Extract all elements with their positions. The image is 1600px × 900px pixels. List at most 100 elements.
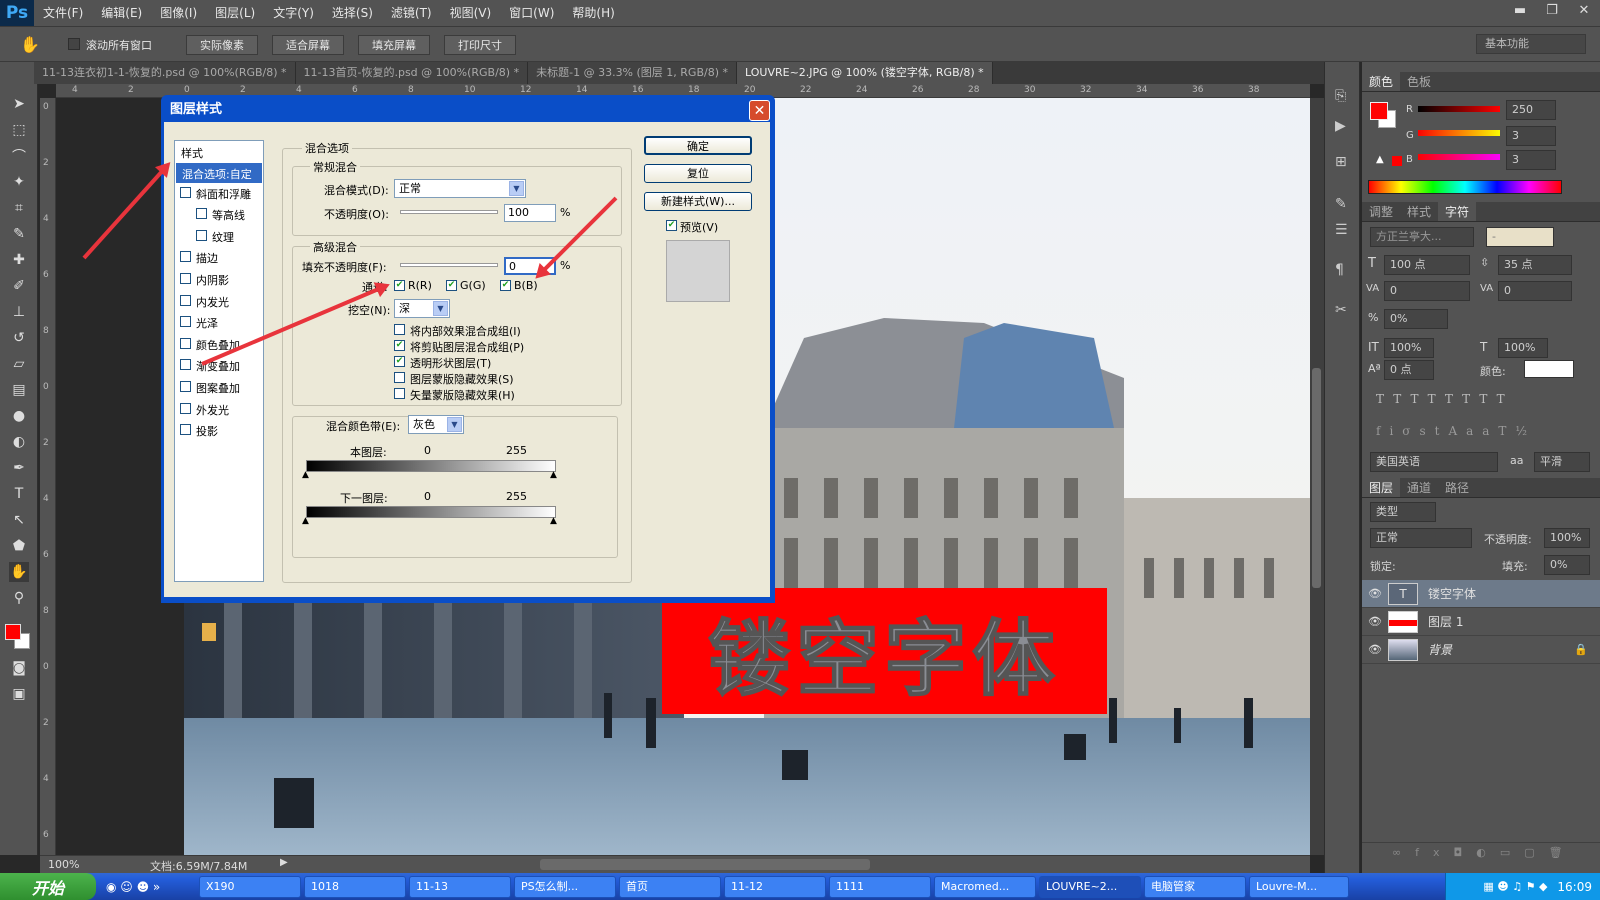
channel-b-checkbox[interactable]: ✔ bbox=[500, 280, 511, 291]
font-size-field[interactable]: 100 点 bbox=[1384, 255, 1470, 275]
visibility-eye-icon[interactable]: 👁 bbox=[1362, 587, 1388, 600]
opacity-input[interactable]: 100 bbox=[504, 204, 556, 222]
this-layer-gradient[interactable] bbox=[306, 460, 556, 472]
restore-icon[interactable]: ❐ bbox=[1536, 0, 1568, 20]
style-checkbox[interactable] bbox=[180, 337, 191, 349]
vscale-field[interactable]: 100% bbox=[1384, 338, 1434, 358]
quick-mask-icon[interactable]: ◙ bbox=[9, 658, 29, 678]
hand-tool-icon[interactable]: ✋ bbox=[9, 562, 29, 582]
fit-screen-button[interactable]: 适合屏幕 bbox=[272, 35, 344, 55]
layer-name[interactable]: 图层 1 bbox=[1428, 613, 1463, 630]
style-item-label[interactable]: 图案叠加 bbox=[196, 380, 240, 396]
tab-doc-2[interactable]: 11-13首页-恢复的.psd @ 100%(RGB/8) * bbox=[295, 62, 529, 84]
menu-type[interactable]: 文字(Y) bbox=[264, 0, 323, 26]
layer-row-background[interactable]: 👁 背景 🔒 bbox=[1362, 636, 1600, 664]
style-checkbox[interactable] bbox=[180, 273, 191, 284]
b-value[interactable]: 3 bbox=[1506, 150, 1556, 170]
menu-image[interactable]: 图像(I) bbox=[151, 0, 206, 26]
fill-screen-button[interactable]: 填充屏幕 bbox=[358, 35, 430, 55]
tab-doc-4[interactable]: LOUVRE~2.JPG @ 100% (镂空字体, RGB/8) * bbox=[737, 62, 993, 84]
menu-window[interactable]: 窗口(W) bbox=[500, 0, 563, 26]
actions-panel-icon[interactable]: ▶ bbox=[1335, 118, 1346, 134]
preview-checkbox[interactable]: ✔ bbox=[666, 220, 677, 231]
channel-g-checkbox[interactable]: ✔ bbox=[446, 280, 457, 291]
text-color-swatch[interactable] bbox=[1524, 360, 1574, 378]
workspace-select[interactable]: 基本功能 bbox=[1476, 34, 1586, 54]
style-item-label[interactable]: 投影 bbox=[196, 423, 218, 439]
eyedropper-icon[interactable]: ✎ bbox=[9, 224, 29, 244]
style-checkbox[interactable] bbox=[180, 381, 191, 392]
adv-opt-4-checkbox[interactable] bbox=[394, 372, 405, 383]
opacity-slider[interactable] bbox=[400, 210, 498, 214]
shape-tool-icon[interactable]: ⬟ bbox=[9, 536, 29, 556]
hand-tool-icon[interactable]: ✋ bbox=[20, 35, 40, 54]
horizontal-scroll-thumb[interactable] bbox=[540, 859, 870, 870]
font-family-select[interactable]: 方正兰亭大... bbox=[1370, 227, 1474, 247]
path-select-icon[interactable]: ↖ bbox=[9, 510, 29, 530]
style-checkbox[interactable] bbox=[196, 208, 207, 220]
task-1111[interactable]: 1111 bbox=[829, 875, 931, 898]
layer-filter-select[interactable]: 类型 bbox=[1370, 502, 1436, 522]
tracking-field[interactable]: 0 bbox=[1498, 281, 1572, 301]
r-value[interactable]: 250 bbox=[1506, 100, 1556, 120]
hscale-field[interactable]: 100% bbox=[1498, 338, 1548, 358]
new-style-button[interactable]: 新建样式(W)... bbox=[644, 192, 752, 211]
history-brush-icon[interactable]: ↺ bbox=[9, 328, 29, 348]
task-x190[interactable]: X190 bbox=[199, 875, 301, 898]
tab-doc-3[interactable]: 未标题-1 @ 33.3% (图层 1, RGB/8) * bbox=[528, 62, 737, 84]
antialias-select[interactable]: 平滑 bbox=[1534, 452, 1590, 472]
style-checkbox[interactable] bbox=[180, 359, 191, 371]
type-tool-icon[interactable]: T bbox=[9, 484, 29, 504]
task-pc-manager[interactable]: 电脑管家 bbox=[1144, 875, 1246, 898]
channel-r-checkbox[interactable]: ✔ bbox=[394, 280, 405, 291]
menu-filter[interactable]: 滤镜(T) bbox=[382, 0, 441, 26]
tab-styles[interactable]: 样式 bbox=[1400, 202, 1438, 221]
visibility-eye-icon[interactable]: 👁 bbox=[1362, 615, 1388, 628]
stamp-tool-icon[interactable]: ⊥ bbox=[9, 302, 29, 322]
adv-opt-5-checkbox[interactable] bbox=[394, 388, 405, 399]
layer-name[interactable]: 镂空字体 bbox=[1428, 585, 1476, 602]
info-panel-icon[interactable]: ⊞ bbox=[1335, 154, 1347, 170]
layer-footer-icons[interactable]: ∞fx◘◐▭▢🗑 bbox=[1362, 842, 1600, 862]
tab-color[interactable]: 颜色 bbox=[1362, 72, 1401, 91]
layer-row-1[interactable]: 👁 图层 1 bbox=[1362, 608, 1600, 636]
style-item-label[interactable]: 等高线 bbox=[212, 207, 245, 223]
tab-paths[interactable]: 路径 bbox=[1438, 478, 1476, 497]
layer-fill-field[interactable]: 0% bbox=[1544, 555, 1590, 575]
menu-file[interactable]: 文件(F) bbox=[34, 0, 92, 26]
dialog-close-icon[interactable]: ✕ bbox=[749, 100, 770, 121]
tab-channels[interactable]: 通道 bbox=[1400, 478, 1438, 497]
task-home[interactable]: 首页 bbox=[619, 875, 721, 898]
tab-swatches[interactable]: 色板 bbox=[1400, 72, 1438, 91]
tsume-field[interactable]: 0% bbox=[1384, 309, 1448, 329]
task-11-12[interactable]: 11-12 bbox=[724, 875, 826, 898]
reset-button[interactable]: 复位 bbox=[644, 164, 752, 183]
this-layer-low-handle-icon[interactable]: ▲ bbox=[302, 470, 309, 480]
baseline-field[interactable]: 0 点 bbox=[1384, 360, 1434, 380]
menu-edit[interactable]: 编辑(E) bbox=[92, 0, 151, 26]
style-checkbox[interactable] bbox=[180, 424, 191, 436]
style-item-label[interactable]: 内发光 bbox=[196, 294, 229, 310]
tab-adjustments[interactable]: 调整 bbox=[1362, 202, 1400, 221]
move-tool-icon[interactable]: ➤ bbox=[9, 94, 29, 114]
adv-opt-3-checkbox[interactable]: ✔ bbox=[394, 356, 405, 367]
zoom-level[interactable]: 100% bbox=[48, 858, 79, 871]
style-item-label[interactable]: 斜面和浮雕 bbox=[196, 186, 251, 202]
menu-help[interactable]: 帮助(H) bbox=[563, 0, 623, 26]
adjust-panel-icon[interactable]: ☰ bbox=[1335, 222, 1348, 238]
blur-tool-icon[interactable]: ● bbox=[9, 406, 29, 426]
lasso-tool-icon[interactable]: ⌒ bbox=[9, 146, 29, 166]
opentype-buttons-icon[interactable]: fiσstAaaT½ bbox=[1376, 424, 1536, 438]
leading-field[interactable]: 35 点 bbox=[1498, 255, 1572, 275]
zoom-tool-icon[interactable]: ⚲ bbox=[9, 588, 29, 608]
style-item-label[interactable]: 光泽 bbox=[196, 315, 218, 331]
fill-opacity-slider[interactable] bbox=[400, 263, 498, 267]
style-item-blending-selected[interactable]: 混合选项:自定 bbox=[176, 163, 262, 183]
layer-row-text[interactable]: 👁 T 镂空字体 bbox=[1362, 580, 1600, 608]
tray-icons[interactable]: ▦ ☻ ♫ ⚑ ◆ bbox=[1483, 880, 1547, 893]
task-photoshop[interactable]: LOUVRE~2... bbox=[1039, 875, 1141, 898]
pen-tool-icon[interactable]: ✒ bbox=[9, 458, 29, 478]
style-item-label[interactable]: 描边 bbox=[196, 250, 218, 266]
blend-if-select[interactable]: 灰色 ▼ bbox=[408, 415, 464, 434]
blend-mode-select[interactable]: 正常 bbox=[1370, 528, 1472, 548]
